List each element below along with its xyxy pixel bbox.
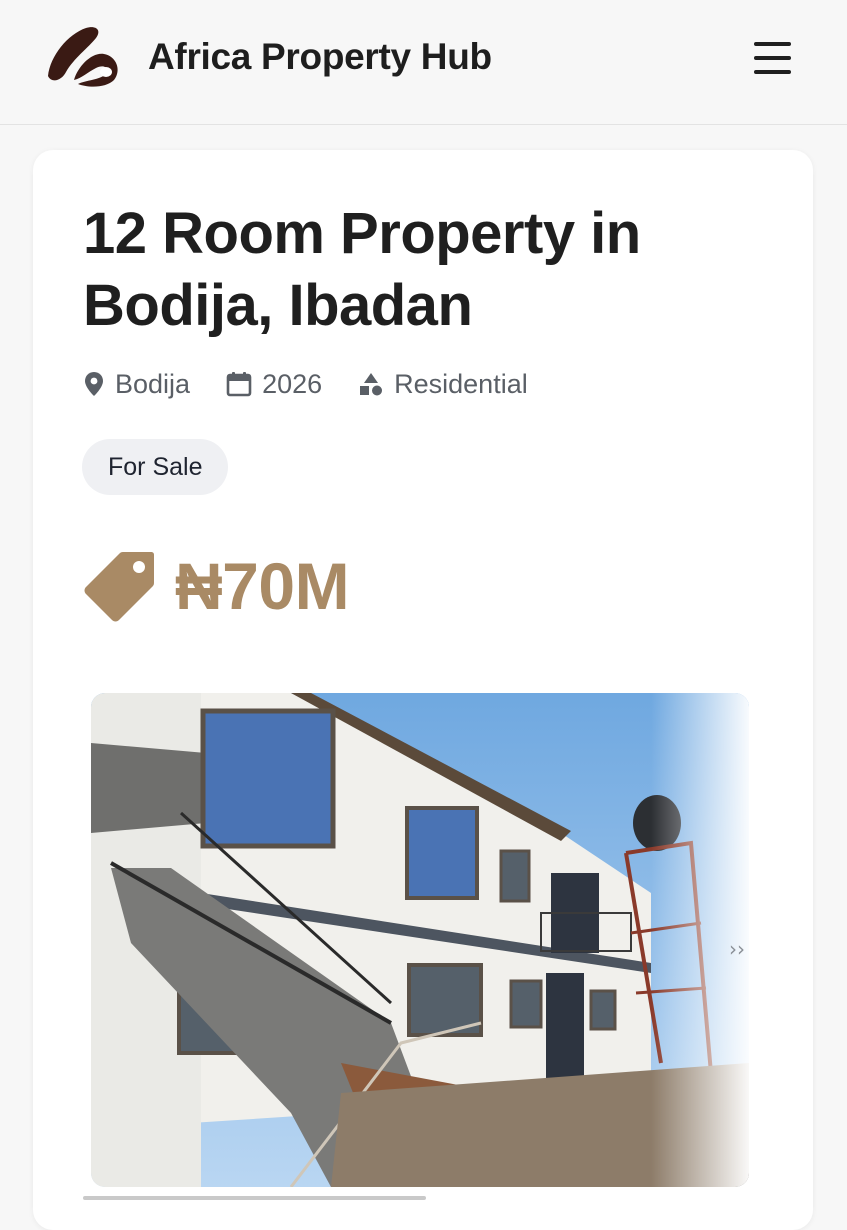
status-badge[interactable]: For Sale <box>82 439 229 495</box>
location-pin-icon <box>85 372 103 396</box>
listing-meta: Bodija 2026 Residential <box>83 364 564 404</box>
location-text: Bodija <box>115 368 191 399</box>
site-header: Africa Property Hub <box>0 0 847 125</box>
year-text: 2026 <box>262 368 323 399</box>
hamburger-menu-button[interactable] <box>748 36 798 80</box>
listing-title: 12 Room Property in Bodija, Ibadan <box>83 201 641 338</box>
hamburger-menu-icon <box>754 42 791 46</box>
next-image-indicator[interactable]: ›› <box>729 937 745 961</box>
shapes-icon <box>360 373 383 396</box>
hamburger-menu-icon <box>754 56 791 60</box>
price-row: ₦70M <box>83 546 350 626</box>
meta-location: Bodija <box>83 369 190 400</box>
meta-category: Residential <box>358 369 528 400</box>
gallery-scrollbar[interactable] <box>83 1196 426 1200</box>
hamburger-menu-icon <box>754 70 791 74</box>
listing-price: ₦70M <box>175 549 350 623</box>
listing-photo[interactable]: ›› <box>91 693 749 1187</box>
calendar-icon <box>226 372 252 397</box>
aph-logo-icon[interactable] <box>44 22 122 92</box>
price-tag-icon <box>84 552 154 622</box>
listing-card: 12 Room Property in Bodija, Ibadan Bodij… <box>33 150 813 1230</box>
brand-name[interactable]: Africa Property Hub <box>148 36 492 78</box>
meta-year: 2026 <box>226 369 322 400</box>
category-text: Residential <box>394 368 528 399</box>
building-photo <box>91 693 749 1187</box>
